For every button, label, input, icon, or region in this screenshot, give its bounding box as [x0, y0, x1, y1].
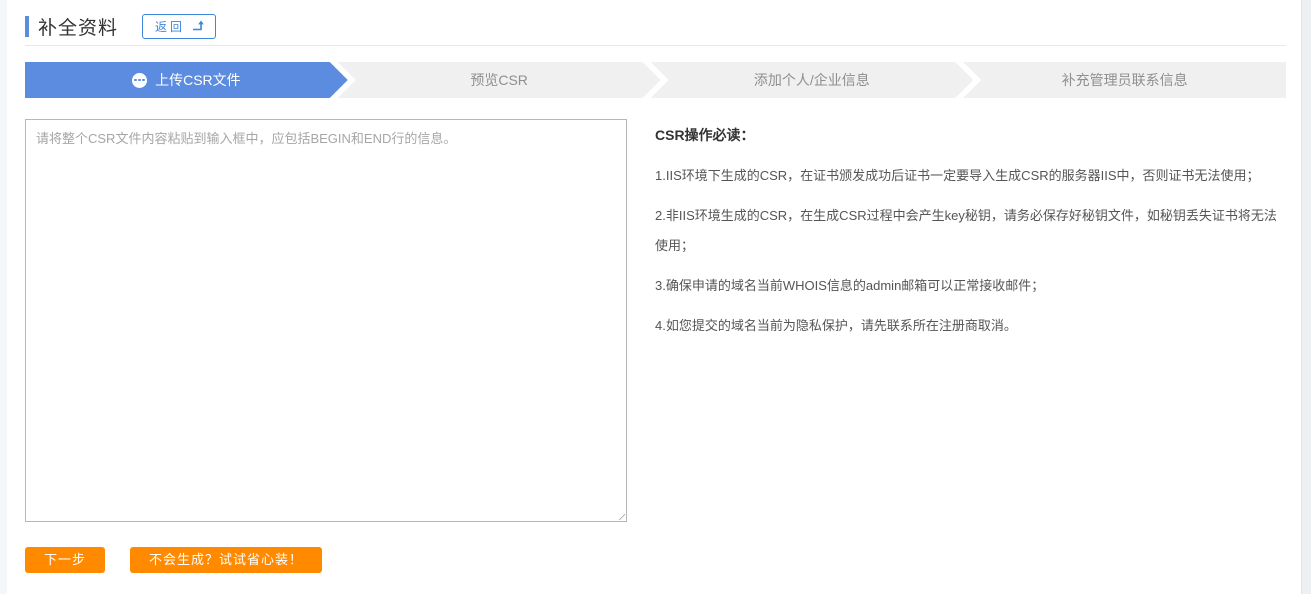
return-arrow-icon — [192, 20, 205, 32]
step-label: 添加个人/企业信息 — [754, 70, 870, 90]
page-title: 补全资料 — [38, 13, 118, 40]
step-upload-csr[interactable]: 上传CSR文件 — [25, 62, 348, 98]
csr-content-input[interactable] — [25, 119, 627, 522]
header-divider — [25, 45, 1286, 46]
step-label: 上传CSR文件 — [155, 70, 241, 90]
title-accent-bar — [25, 16, 29, 37]
step-admin-contact[interactable]: 补充管理员联系信息 — [963, 62, 1286, 98]
easy-install-button[interactable]: 不会生成？试试省心装！ — [130, 547, 322, 573]
next-step-button[interactable]: 下一步 — [25, 547, 105, 573]
notice-item-2: 2.非IIS环境生成的CSR，在生成CSR过程中会产生key秘钥，请务必保存好秘… — [655, 201, 1286, 261]
notice-item-1: 1.IIS环境下生成的CSR，在证书颁发成功后证书一定要导入生成CSR的服务器I… — [655, 161, 1286, 191]
step-label: 补充管理员联系信息 — [1062, 70, 1188, 90]
notice-heading: CSR操作必读： — [655, 119, 1286, 145]
right-edge-strip[interactable] — [1301, 0, 1311, 594]
actions-bar: 下一步 不会生成？试试省心装！ — [25, 547, 1286, 573]
step-preview-csr[interactable]: 预览CSR — [338, 62, 661, 98]
csr-input-container — [25, 119, 627, 522]
left-edge-strip — [0, 0, 7, 594]
page-header: 补全资料 返回 — [25, 0, 1286, 38]
progress-stepper: 上传CSR文件 预览CSR 添加个人/企业信息 补充管理员联系信息 — [25, 62, 1286, 98]
back-button[interactable]: 返回 — [142, 14, 216, 39]
notice-item-4: 4.如您提交的域名当前为隐私保护，请先联系所在注册商取消。 — [655, 311, 1286, 341]
notice-item-3: 3.确保申请的域名当前WHOIS信息的admin邮箱可以正常接收邮件； — [655, 271, 1286, 301]
step-label: 预览CSR — [470, 70, 528, 90]
csr-upload-page: 补全资料 返回 上传CSR文件 预览CSR 添 — [0, 0, 1311, 594]
ellipsis-icon — [132, 73, 147, 88]
csr-notice-panel: CSR操作必读： 1.IIS环境下生成的CSR，在证书颁发成功后证书一定要导入生… — [655, 119, 1286, 351]
back-button-label: 返回 — [155, 18, 185, 35]
step-add-info[interactable]: 添加个人/企业信息 — [651, 62, 974, 98]
